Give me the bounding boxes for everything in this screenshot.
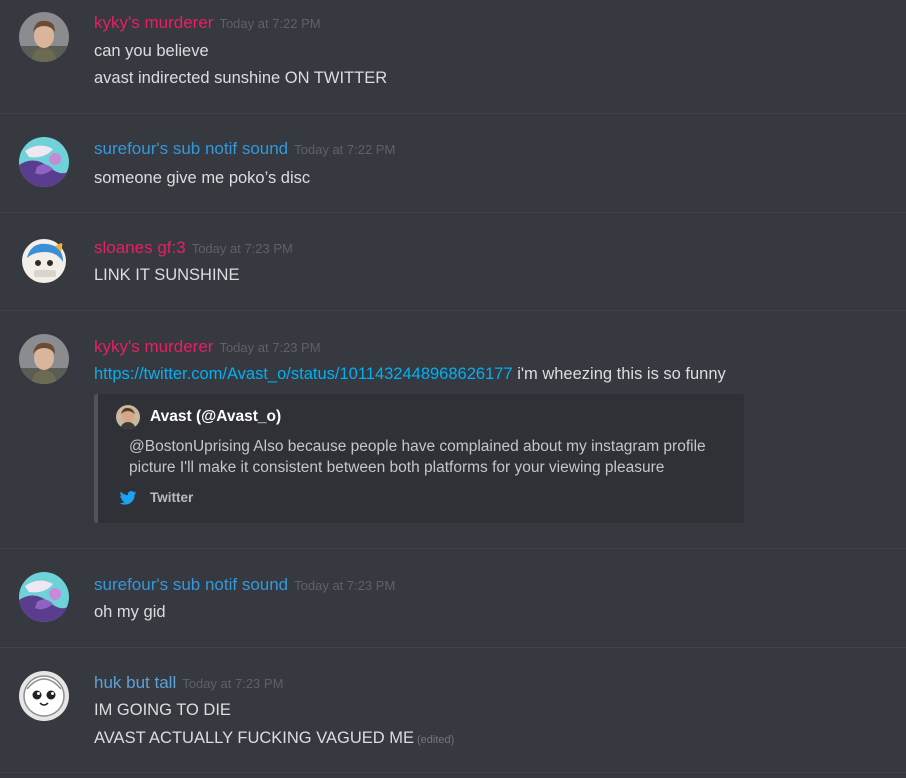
username[interactable]: kyky's murderer xyxy=(94,13,213,32)
timestamp: Today at 7:23 PM xyxy=(219,340,321,355)
message-text: someone give me poko’s disc xyxy=(94,169,311,187)
tweet-link[interactable]: https://twitter.com/Avast_o/status/10114… xyxy=(94,365,513,383)
timestamp: Today at 7:22 PM xyxy=(294,142,396,157)
embed-author-avatar[interactable] xyxy=(116,405,140,429)
message-divider xyxy=(0,772,906,773)
embed-footer-text: Twitter xyxy=(150,490,194,505)
username[interactable]: huk but tall xyxy=(94,673,176,692)
timestamp: Today at 7:23 PM xyxy=(191,241,293,256)
embed-description: @BostonUprising Also because people have… xyxy=(129,436,739,478)
user-avatar[interactable] xyxy=(19,334,69,384)
user-avatar[interactable] xyxy=(19,671,69,721)
message-text: IM GOING TO DIE xyxy=(94,701,231,719)
message-text: oh my gid xyxy=(94,603,166,621)
message-divider xyxy=(0,212,906,213)
message-text: AVAST ACTUALLY FUCKING VAGUED ME xyxy=(94,729,414,747)
message-divider xyxy=(0,647,906,648)
user-avatar[interactable] xyxy=(19,12,69,62)
timestamp: Today at 7:23 PM xyxy=(182,676,284,691)
message-text: https://twitter.com/Avast_o/status/10114… xyxy=(94,365,726,384)
message-text: can you believe xyxy=(94,42,209,60)
message-text: avast indirected sunshine ON TWITTER xyxy=(94,69,388,87)
username[interactable]: surefour's sub notif sound xyxy=(94,575,288,594)
message-text-suffix: i'm wheezing this is so funny xyxy=(512,365,726,383)
chat-messages: kyky's murderer Today at 7:22 PM can you … xyxy=(0,0,906,778)
embed-author-name[interactable]: Avast (@Avast_o) xyxy=(150,408,281,426)
message-divider xyxy=(0,113,906,114)
edited-label: (edited) xyxy=(417,734,455,746)
username[interactable]: sloanes gf:3 xyxy=(94,238,186,257)
twitter-bird-icon xyxy=(119,491,137,505)
user-avatar[interactable] xyxy=(19,236,69,286)
timestamp: Today at 7:22 PM xyxy=(219,16,321,31)
embed-description-line: picture I'll make it consistent between … xyxy=(129,459,665,476)
message-text: LINK IT SUNSHINE xyxy=(94,266,240,284)
user-avatar[interactable] xyxy=(19,137,69,187)
timestamp: Today at 7:23 PM xyxy=(294,578,396,593)
message-divider xyxy=(0,548,906,549)
user-avatar[interactable] xyxy=(19,572,69,622)
embed-description-line: @BostonUprising Also because people have… xyxy=(129,438,706,455)
username[interactable]: kyky's murderer xyxy=(94,337,213,356)
tweet-embed: Avast (@Avast_o) @BostonUprising Also be… xyxy=(94,394,744,523)
message-divider xyxy=(0,310,906,311)
message-text-row: AVAST ACTUALLY FUCKING VAGUED ME (edited) xyxy=(94,729,454,748)
username[interactable]: surefour's sub notif sound xyxy=(94,139,288,158)
